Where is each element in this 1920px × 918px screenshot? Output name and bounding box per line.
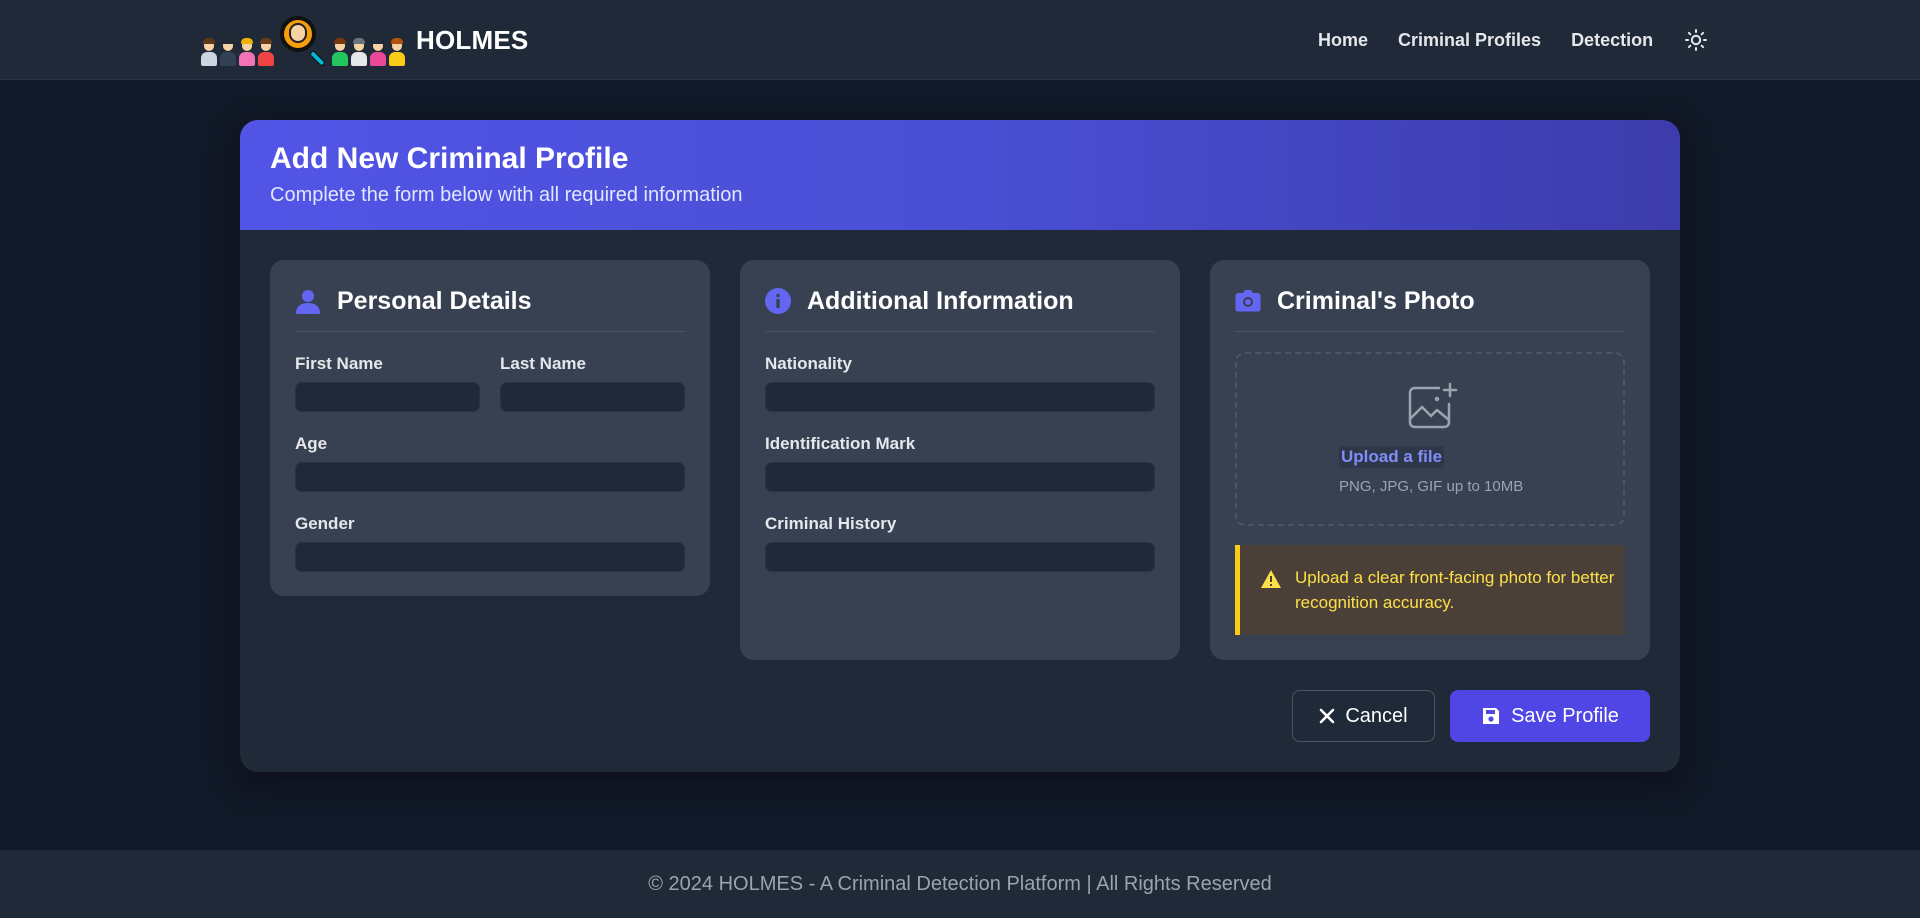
info-icon xyxy=(765,288,791,314)
gender-input[interactable] xyxy=(295,542,685,572)
panel-title: Criminal's Photo xyxy=(1277,287,1475,315)
image-add-icon xyxy=(1408,382,1458,429)
personal-details-panel: Personal Details First Name Last Name Ag… xyxy=(270,260,710,596)
nationality-input[interactable] xyxy=(765,382,1155,412)
nationality-label: Nationality xyxy=(765,354,852,373)
magnifier-icon xyxy=(278,14,328,67)
warning-text: Upload a clear front-facing photo for be… xyxy=(1295,568,1615,612)
logo-people-icon xyxy=(200,14,406,67)
brand-name: HOLMES xyxy=(416,24,529,55)
upload-file-link[interactable]: Upload a file xyxy=(1339,446,1445,468)
age-label: Age xyxy=(295,434,328,453)
footer-text: © 2024 HOLMES - A Criminal Detection Pla… xyxy=(648,872,1272,895)
profile-form-card: Add New Criminal Profile Complete the fo… xyxy=(240,120,1680,772)
save-profile-button[interactable]: Save Profile xyxy=(1450,690,1650,742)
footer: © 2024 HOLMES - A Criminal Detection Pla… xyxy=(0,850,1920,918)
first-name-label: First Name xyxy=(295,354,383,373)
save-label: Save Profile xyxy=(1511,704,1619,727)
first-name-input[interactable] xyxy=(295,382,480,412)
nav-links: Home Criminal Profiles Detection xyxy=(1318,28,1683,52)
criminal-history-input[interactable] xyxy=(765,542,1155,572)
upload-dropzone[interactable]: Upload a file PNG, JPG, GIF up to 10MB xyxy=(1235,352,1625,526)
cancel-label: Cancel xyxy=(1345,704,1408,727)
panel-header: Additional Information xyxy=(765,286,1155,332)
panel-title: Additional Information xyxy=(807,287,1074,315)
photo-warning: Upload a clear front-facing photo for be… xyxy=(1235,545,1625,635)
camera-icon xyxy=(1235,290,1261,312)
nav-link-criminal-profiles[interactable]: Criminal Profiles xyxy=(1398,28,1541,52)
warning-icon xyxy=(1261,570,1281,588)
identification-mark-input[interactable] xyxy=(765,462,1155,492)
page-subtitle: Complete the form below with all require… xyxy=(270,184,743,206)
panel-header: Personal Details xyxy=(295,286,685,332)
additional-info-panel: Additional Information Nationality Ident… xyxy=(740,260,1180,660)
form-header: Add New Criminal Profile Complete the fo… xyxy=(240,120,1680,230)
last-name-label: Last Name xyxy=(500,354,586,373)
last-name-input[interactable] xyxy=(500,382,685,412)
navbar: HOLMES Home Criminal Profiles Detection xyxy=(0,0,1920,80)
criminal-history-label: Criminal History xyxy=(765,514,897,533)
save-icon xyxy=(1483,708,1500,724)
close-icon xyxy=(1320,708,1335,724)
panel-title: Personal Details xyxy=(337,287,532,315)
age-input[interactable] xyxy=(295,462,685,492)
nav-link-home[interactable]: Home xyxy=(1318,28,1368,52)
nav-link-detection[interactable]: Detection xyxy=(1571,28,1653,52)
identification-mark-label: Identification Mark xyxy=(765,434,916,453)
panel-header: Criminal's Photo xyxy=(1235,286,1625,332)
user-icon xyxy=(296,290,320,314)
photo-panel: Criminal's Photo Upload a file PNG, JPG,… xyxy=(1210,260,1650,660)
brand-logo[interactable]: HOLMES xyxy=(200,14,529,67)
gender-label: Gender xyxy=(295,514,355,533)
upload-hint: PNG, JPG, GIF up to 10MB xyxy=(1339,478,1524,495)
page-title: Add New Criminal Profile xyxy=(270,142,629,175)
sun-icon[interactable] xyxy=(1684,28,1708,52)
cancel-button[interactable]: Cancel xyxy=(1292,690,1435,742)
